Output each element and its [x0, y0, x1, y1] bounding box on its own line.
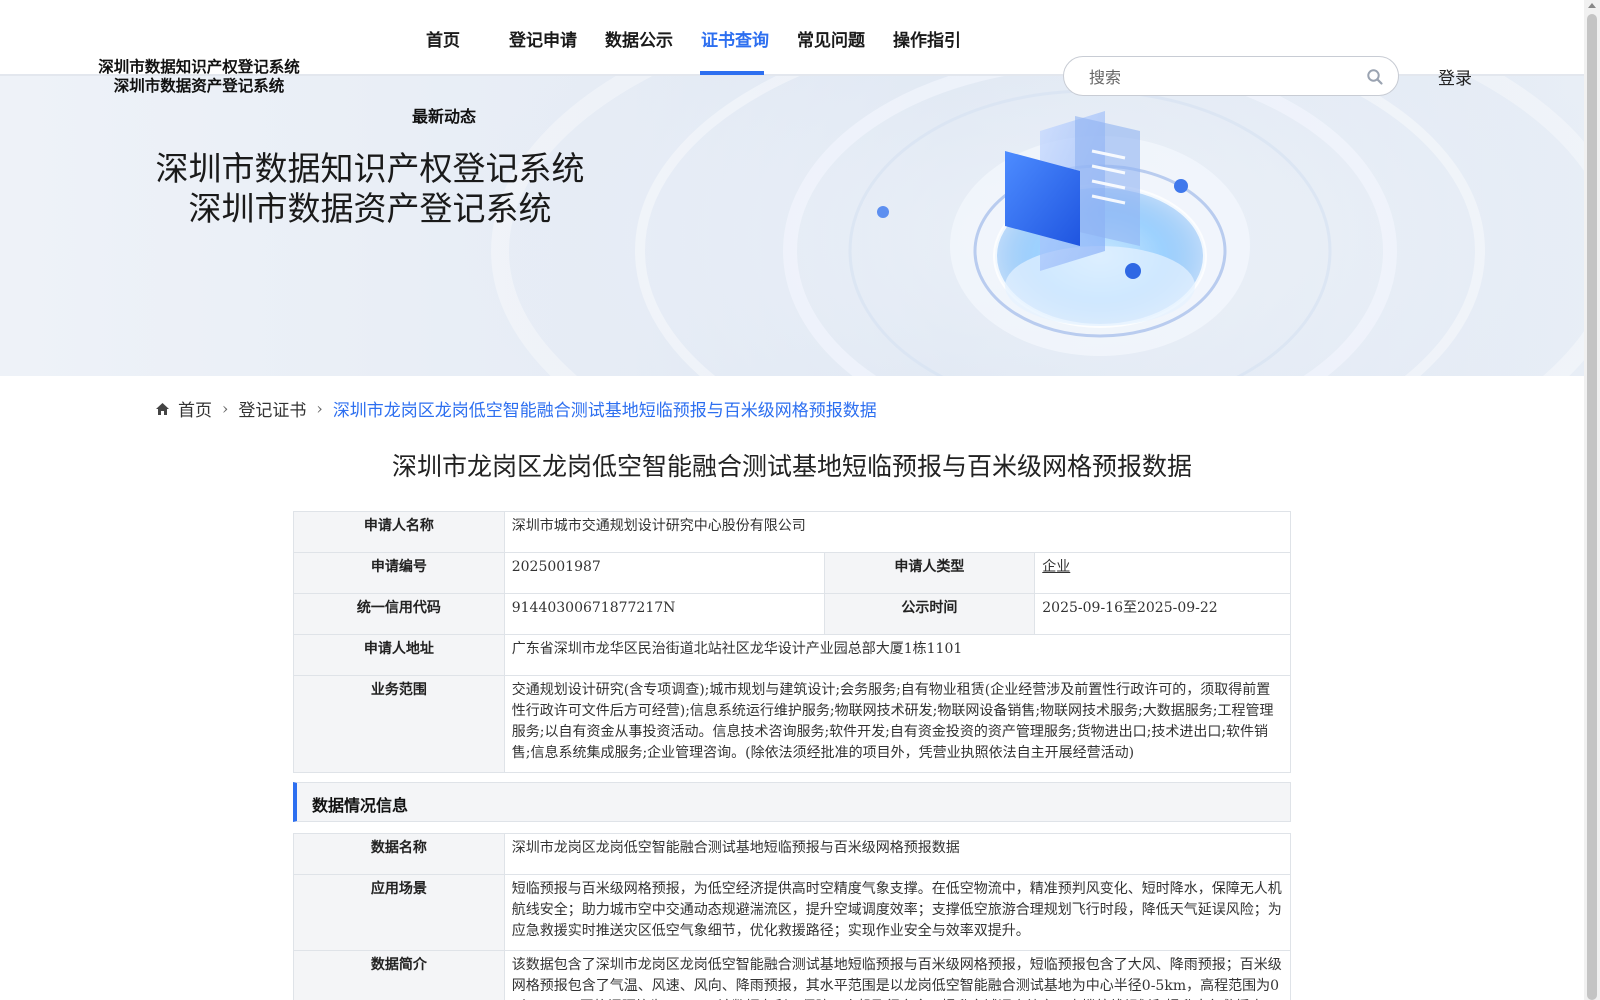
chevron-right-icon: › — [222, 399, 229, 418]
table-row: 申请人名称 深圳市城市交通规划设计研究中心股份有限公司 — [293, 511, 1292, 553]
applicant-type-cell: 企业 — [1034, 552, 1291, 594]
page: 深圳市数据知识产权登记系统 深圳市数据资产登记系统 首页 登记申请 数据公示 证… — [0, 0, 1600, 1000]
application-number-label: 申请编号 — [293, 552, 505, 594]
data-intro-label: 数据简介 — [293, 950, 505, 1000]
scroll-up-arrow-icon[interactable] — [1588, 3, 1596, 8]
business-scope-label: 业务范围 — [293, 675, 505, 773]
search-input[interactable] — [1089, 66, 1349, 88]
nav-certificate-query[interactable]: 证书查询 — [701, 26, 769, 51]
applicant-info-table: 申请人名称 深圳市城市交通规划设计研究中心股份有限公司 申请编号 2025001… — [293, 511, 1292, 773]
publicity-time-label: 公示时间 — [823, 593, 1036, 635]
breadcrumb-current[interactable]: 深圳市龙岗区龙岗低空智能融合测试基地短临预报与百米级网格预报数据 — [333, 396, 877, 421]
breadcrumb-certificates[interactable]: 登记证书 — [238, 396, 306, 421]
scenario-value: 短临预报与百米级网格预报，为低空经济提供高时空精度气象支撑。在低空物流中，精准预… — [503, 874, 1292, 951]
table-row: 业务范围 交通规划设计研究(含专项调查);城市规划与建筑设计;会务服务;自有物业… — [293, 675, 1292, 773]
page-title: 深圳市龙岗区龙岗低空智能融合测试基地短临预报与百米级网格预报数据 — [391, 452, 1192, 481]
home-icon[interactable] — [155, 402, 170, 416]
nav-active-indicator — [700, 71, 764, 75]
nav-registration[interactable]: 登记申请 — [509, 26, 577, 51]
chevron-right-icon: › — [316, 399, 323, 418]
data-info-section-header: 数据情况信息 — [293, 782, 1291, 822]
latest-news-label[interactable]: 最新动态 — [412, 103, 476, 127]
section-title: 数据情况信息 — [312, 796, 409, 815]
table-row: 数据简介 该数据包含了深圳市龙岗区龙岗低空智能融合测试基地短临预报与百米级网格预… — [293, 950, 1292, 1000]
applicant-name-label: 申请人名称 — [293, 511, 505, 553]
banner-title-line-2: 深圳市数据资产登记系统 — [188, 189, 552, 228]
scrollbar-thumb[interactable] — [1587, 14, 1597, 1000]
breadcrumb: 首页 › 登记证书 › 深圳市龙岗区龙岗低空智能融合测试基地短临预报与百米级网格… — [155, 396, 877, 421]
table-row: 应用场景 短临预报与百米级网格预报，为低空经济提供高时空精度气象支撑。在低空物流… — [293, 874, 1292, 951]
applicant-type-label: 申请人类型 — [823, 552, 1036, 594]
login-link[interactable]: 登录 — [1438, 64, 1472, 89]
search-icon[interactable] — [1366, 68, 1384, 86]
credit-code-label: 统一信用代码 — [293, 593, 505, 635]
hero-banner: 最新动态 深圳市数据知识产权登记系统 深圳市数据资产登记系统 — [0, 76, 1584, 376]
credit-code-value: 91440300671877217N — [503, 593, 825, 635]
nav-guide[interactable]: 操作指引 — [893, 26, 961, 51]
table-row: 数据名称 深圳市龙岗区龙岗低空智能融合测试基地短临预报与百米级网格预报数据 — [293, 833, 1292, 875]
data-name-value: 深圳市龙岗区龙岗低空智能融合测试基地短临预报与百米级网格预报数据 — [503, 833, 1292, 875]
applicant-address-label: 申请人地址 — [293, 634, 505, 676]
table-row: 申请编号 2025001987 申请人类型 企业 — [293, 552, 1291, 594]
business-scope-value: 交通规划设计研究(含专项调查);城市规划与建筑设计;会务服务;自有物业租赁(企业… — [503, 675, 1292, 773]
breadcrumb-home[interactable]: 首页 — [178, 396, 212, 421]
scenario-label: 应用场景 — [293, 874, 505, 951]
search-box — [1063, 56, 1399, 96]
table-row: 统一信用代码 91440300671877217N 公示时间 2025-09-1… — [293, 593, 1291, 635]
applicant-name-value: 深圳市城市交通规划设计研究中心股份有限公司 — [503, 511, 1292, 553]
nav-data-publicity[interactable]: 数据公示 — [605, 26, 673, 51]
applicant-address-value: 广东省深圳市龙华区民治街道北站社区龙华设计产业园总部大厦1栋1101 — [503, 634, 1292, 676]
applicant-type-value[interactable]: 企业 — [1042, 559, 1070, 575]
top-header: 深圳市数据知识产权登记系统 深圳市数据资产登记系统 首页 登记申请 数据公示 证… — [0, 0, 1584, 96]
banner-title-line-1: 深圳市数据知识产权登记系统 — [155, 149, 585, 188]
page-scrollbar[interactable] — [1584, 0, 1600, 1000]
data-intro-value: 该数据包含了深圳市龙岗区龙岗低空智能融合测试基地短临预报与百米级网格预报，短临预… — [503, 950, 1292, 1000]
banner-title: 深圳市数据知识产权登记系统 深圳市数据资产登记系统 — [150, 149, 590, 229]
data-name-label: 数据名称 — [293, 833, 505, 875]
table-row: 申请人地址 广东省深圳市龙华区民治街道北站社区龙华设计产业园总部大厦1栋1101 — [293, 634, 1292, 676]
nav-faq[interactable]: 常见问题 — [797, 26, 865, 51]
data-info-table: 数据名称 深圳市龙岗区龙岗低空智能融合测试基地短临预报与百米级网格预报数据 应用… — [293, 833, 1292, 1000]
logo-line-2: 深圳市数据资产登记系统 — [113, 76, 285, 95]
nav-home[interactable]: 首页 — [426, 26, 460, 51]
publicity-time-value: 2025-09-16至2025-09-22 — [1034, 593, 1291, 635]
application-number-value: 2025001987 — [503, 552, 825, 594]
logo-line-1: 深圳市数据知识产权登记系统 — [98, 57, 300, 76]
site-logo[interactable]: 深圳市数据知识产权登记系统 深圳市数据资产登记系统 — [94, 57, 304, 95]
